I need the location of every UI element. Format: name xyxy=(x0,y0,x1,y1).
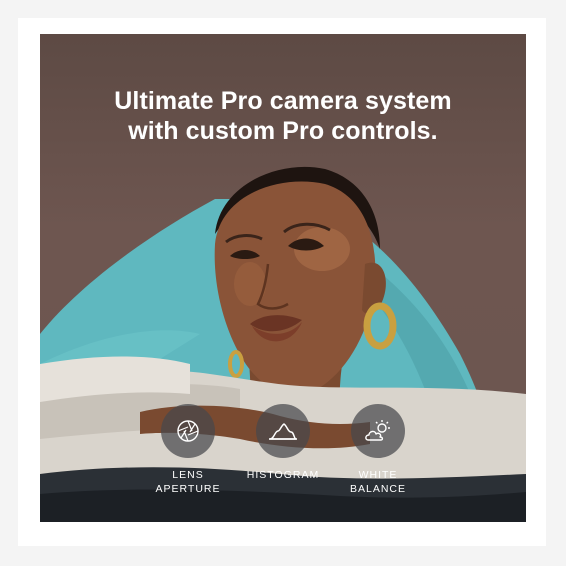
control-white-balance[interactable]: WHITE BALANCE xyxy=(323,404,433,496)
hero-image: Ultimate Pro camera system with custom P… xyxy=(40,34,526,522)
control-lens-aperture[interactable]: LENS APERTURE xyxy=(133,404,243,496)
pro-controls: LENS APERTURE HISTOGRAM WHITE BALANCE xyxy=(40,404,526,522)
headline-line-2: with custom Pro controls. xyxy=(128,117,438,145)
headline-line-1: Ultimate Pro camera system xyxy=(114,87,452,115)
control-label: WHITE BALANCE xyxy=(349,469,407,495)
control-histogram[interactable]: HISTOGRAM xyxy=(228,404,338,482)
aperture-icon xyxy=(177,420,199,442)
sun-cloud-icon xyxy=(365,420,390,441)
control-label: LENS APERTURE xyxy=(155,469,221,495)
histogram-icon xyxy=(269,423,297,440)
headline: Ultimate Pro camera system with custom P… xyxy=(40,86,526,146)
page: Ultimate Pro camera system with custom P… xyxy=(0,0,566,566)
control-label: HISTOGRAM xyxy=(246,469,320,481)
